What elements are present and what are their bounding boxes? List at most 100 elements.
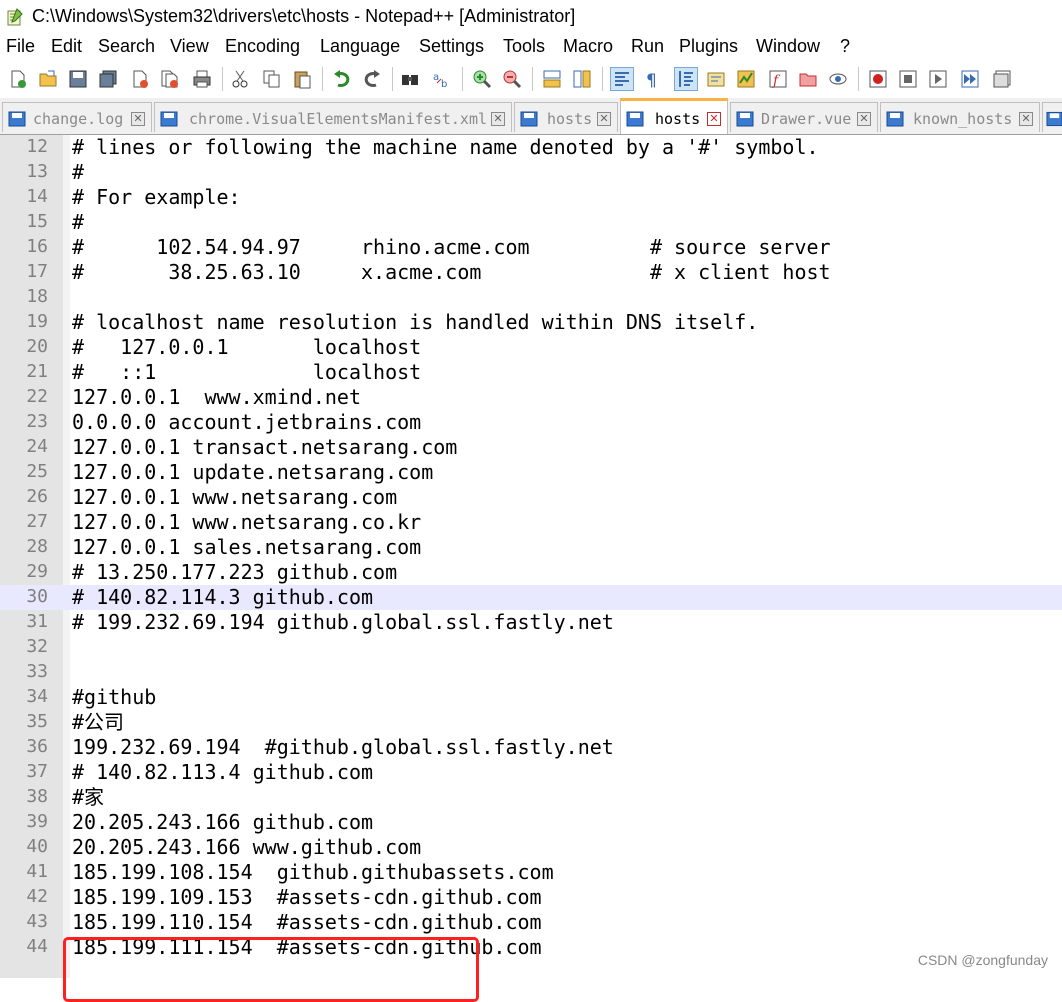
editor-line[interactable]: 40 20.205.243.166 www.github.com	[0, 835, 1062, 860]
zoom-in-icon[interactable]	[470, 67, 494, 91]
editor-line[interactable]: 30 # 140.82.114.3 github.com	[0, 585, 1062, 610]
line-text[interactable]: # ::1 localhost	[72, 360, 421, 385]
editor-line[interactable]: 25 127.0.0.1 update.netsarang.com	[0, 460, 1062, 485]
word-wrap-icon[interactable]	[610, 67, 634, 91]
tab-hosts-1[interactable]: hosts ✕	[514, 102, 618, 132]
copy-icon[interactable]	[260, 67, 284, 91]
stop-macro-icon[interactable]	[896, 67, 920, 91]
editor-line[interactable]: 43 185.199.110.154 #assets-cdn.github.com	[0, 910, 1062, 935]
tab-change-log[interactable]: change.log ✕	[2, 102, 152, 132]
line-text[interactable]: # For example:	[72, 185, 241, 210]
line-text[interactable]: 199.232.69.194 #github.global.ssl.fastly…	[72, 735, 614, 760]
editor-line[interactable]: 37 # 140.82.113.4 github.com	[0, 760, 1062, 785]
line-text[interactable]: #家	[72, 785, 104, 810]
editor-line[interactable]: 21 # ::1 localhost	[0, 360, 1062, 385]
print-icon[interactable]	[190, 67, 214, 91]
redo-icon[interactable]	[360, 67, 384, 91]
line-text[interactable]: 127.0.0.1 www.netsarang.com	[72, 485, 397, 510]
editor-line[interactable]: 35 #公司	[0, 710, 1062, 735]
editor-line[interactable]: 26 127.0.0.1 www.netsarang.com	[0, 485, 1062, 510]
editor-line[interactable]: 38 #家	[0, 785, 1062, 810]
menu-run[interactable]: Run	[631, 36, 664, 57]
line-text[interactable]: # 140.82.114.3 github.com	[72, 585, 373, 610]
replace-icon[interactable]: ab	[430, 67, 454, 91]
line-text[interactable]: 20.205.243.166 www.github.com	[72, 835, 421, 860]
editor-line[interactable]: 36 199.232.69.194 #github.global.ssl.fast…	[0, 735, 1062, 760]
sync-horizontal-icon[interactable]	[570, 67, 594, 91]
line-text[interactable]: 185.199.109.153 #assets-cdn.github.com	[72, 885, 542, 910]
close-icon[interactable]: ✕	[491, 112, 505, 126]
editor-line[interactable]: 34 #github	[0, 685, 1062, 710]
editor-line[interactable]: 29 # 13.250.177.223 github.com	[0, 560, 1062, 585]
undo-icon[interactable]	[330, 67, 354, 91]
menu-plugins[interactable]: Plugins	[679, 36, 738, 57]
close-icon[interactable]: ✕	[707, 112, 721, 126]
line-text[interactable]: # 140.82.113.4 github.com	[72, 760, 373, 785]
line-text[interactable]: 127.0.0.1 transact.netsarang.com	[72, 435, 457, 460]
line-text[interactable]: # 127.0.0.1 localhost	[72, 335, 421, 360]
find-icon[interactable]	[398, 67, 422, 91]
zoom-out-icon[interactable]	[500, 67, 524, 91]
new-file-icon[interactable]	[6, 67, 30, 91]
record-macro-icon[interactable]	[866, 67, 890, 91]
editor-line[interactable]: 41 185.199.108.154 github.githubassets.co…	[0, 860, 1062, 885]
line-text[interactable]: 185.199.110.154 #assets-cdn.github.com	[72, 910, 542, 935]
menu-encoding[interactable]: Encoding	[225, 36, 300, 57]
editor-line[interactable]: 18	[0, 285, 1062, 310]
show-all-chars-icon[interactable]: ¶	[640, 67, 664, 91]
editor-line[interactable]: 20 # 127.0.0.1 localhost	[0, 335, 1062, 360]
line-text[interactable]: #公司	[72, 710, 124, 735]
editor-line[interactable]: 13 #	[0, 160, 1062, 185]
line-text[interactable]: # localhost name resolution is handled w…	[72, 310, 758, 335]
line-text[interactable]: 127.0.0.1 www.xmind.net	[72, 385, 361, 410]
line-text[interactable]: # 38.25.63.10 x.acme.com # x client host	[72, 260, 831, 285]
editor-line[interactable]: 39 20.205.243.166 github.com	[0, 810, 1062, 835]
menu-help[interactable]: ?	[840, 36, 850, 57]
line-text[interactable]: 20.205.243.166 github.com	[72, 810, 373, 835]
sync-vertical-icon[interactable]	[540, 67, 564, 91]
line-text[interactable]: # lines or following the machine name de…	[72, 135, 819, 160]
line-text[interactable]: 127.0.0.1 sales.netsarang.com	[72, 535, 421, 560]
line-text[interactable]: 127.0.0.1 www.netsarang.co.kr	[72, 510, 421, 535]
close-icon[interactable]: ✕	[1019, 112, 1033, 126]
tab-overflow[interactable]	[1042, 102, 1062, 132]
menu-file[interactable]: File	[6, 36, 35, 57]
menu-tools[interactable]: Tools	[503, 36, 545, 57]
save-macro-icon[interactable]	[990, 67, 1014, 91]
editor-line[interactable]: 28 127.0.0.1 sales.netsarang.com	[0, 535, 1062, 560]
tab-drawer-vue[interactable]: Drawer.vue ✕	[730, 102, 878, 132]
editor-line[interactable]: 14 # For example:	[0, 185, 1062, 210]
cut-icon[interactable]	[228, 67, 252, 91]
tab-chrome-manifest[interactable]: chrome.VisualElementsManifest.xml ✕	[154, 102, 512, 132]
line-text[interactable]: #	[72, 210, 84, 235]
document-map-icon[interactable]	[734, 67, 758, 91]
save-all-icon[interactable]	[96, 67, 120, 91]
line-text[interactable]: # 102.54.94.97 rhino.acme.com # source s…	[72, 235, 831, 260]
line-text[interactable]: #	[72, 160, 84, 185]
function-list-icon[interactable]: f	[766, 67, 790, 91]
close-icon[interactable]: ✕	[131, 112, 145, 126]
editor-line[interactable]: 19 # localhost name resolution is handled…	[0, 310, 1062, 335]
user-language-icon[interactable]	[704, 67, 728, 91]
tab-hosts-active[interactable]: hosts ✕	[620, 98, 728, 134]
line-text[interactable]: # 199.232.69.194 github.global.ssl.fastl…	[72, 610, 614, 635]
editor-line[interactable]: 12 # lines or following the machine name …	[0, 135, 1062, 160]
line-text[interactable]: #github	[72, 685, 156, 710]
line-text[interactable]: # 13.250.177.223 github.com	[72, 560, 397, 585]
line-text[interactable]: 127.0.0.1 update.netsarang.com	[72, 460, 433, 485]
editor-line[interactable]: 31 # 199.232.69.194 github.global.ssl.fas…	[0, 610, 1062, 635]
save-icon[interactable]	[66, 67, 90, 91]
line-text[interactable]: 0.0.0.0 account.jetbrains.com	[72, 410, 421, 435]
editor-line[interactable]: 33	[0, 660, 1062, 685]
editor-area[interactable]: 12 # lines or following the machine name …	[0, 135, 1062, 1002]
menu-view[interactable]: View	[170, 36, 209, 57]
close-all-icon[interactable]	[158, 67, 182, 91]
close-icon[interactable]	[128, 67, 152, 91]
close-icon[interactable]: ✕	[597, 112, 611, 126]
editor-line[interactable]: 16 # 102.54.94.97 rhino.acme.com # source…	[0, 235, 1062, 260]
menu-settings[interactable]: Settings	[419, 36, 484, 57]
tab-known-hosts[interactable]: known_hosts ✕	[880, 102, 1040, 132]
monitoring-icon[interactable]	[826, 67, 850, 91]
menu-macro[interactable]: Macro	[563, 36, 613, 57]
menu-search[interactable]: Search	[98, 36, 155, 57]
